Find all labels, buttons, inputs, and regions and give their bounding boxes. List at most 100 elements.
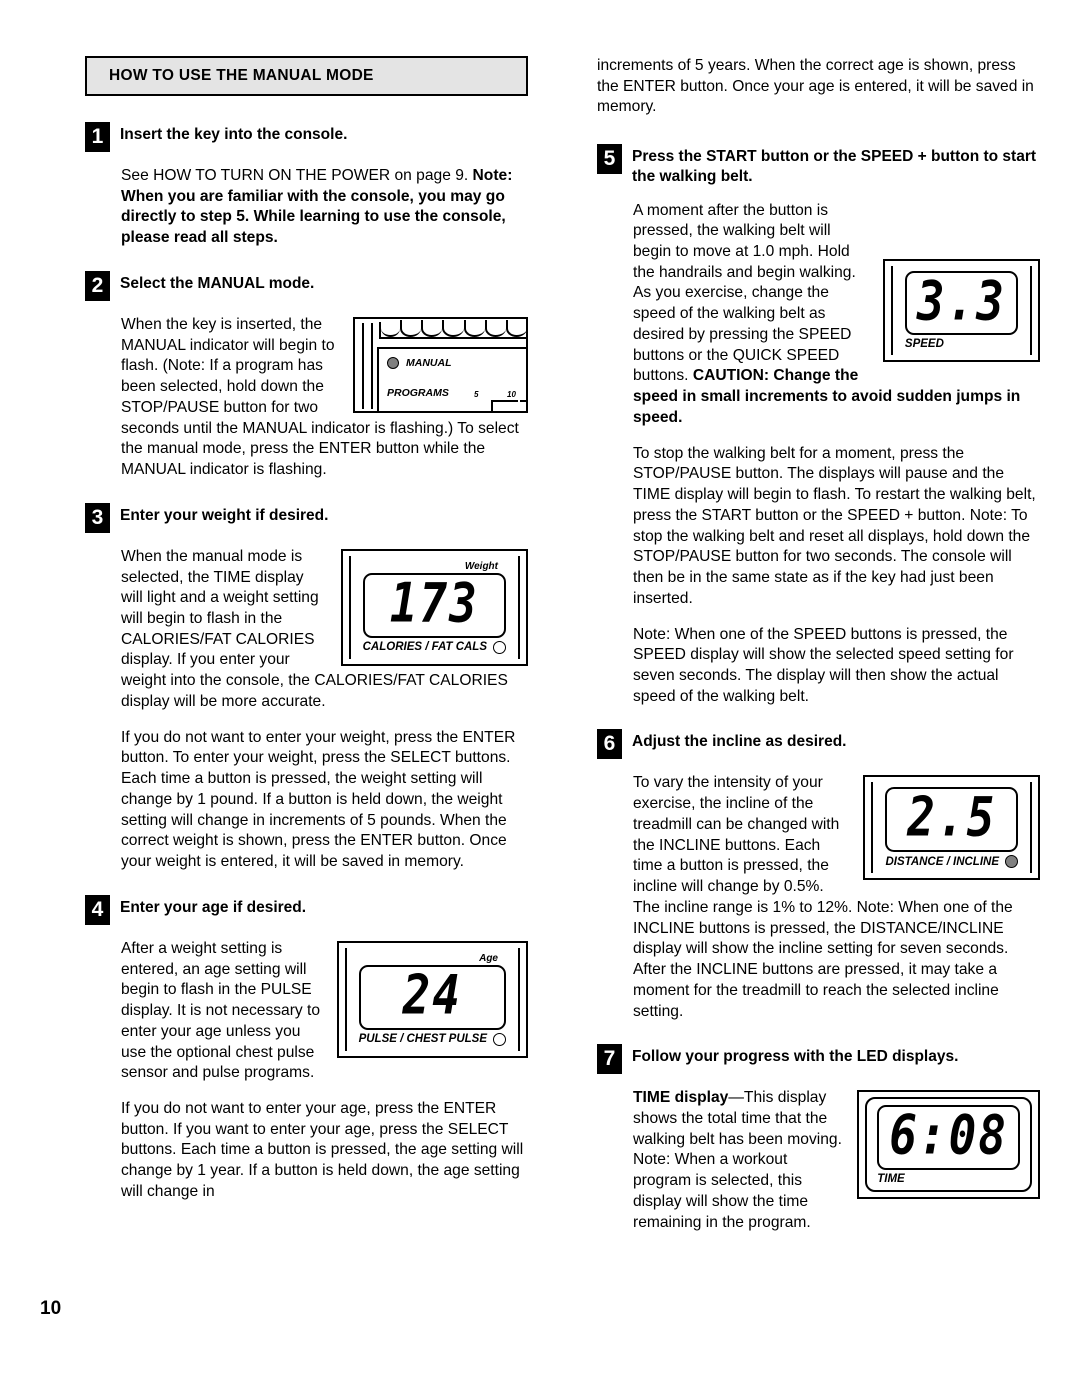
step-4: 4 Enter your age if desired. Age 24 PULS… — [85, 894, 528, 1203]
step-3-title: Enter your weight if desired. — [120, 506, 329, 524]
time-display-figure: 6:08 TIME — [857, 1090, 1040, 1200]
time-display-term: TIME display — [633, 1089, 729, 1107]
pulse-chest-pulse-label: PULSE / CHEST PULSE — [358, 1033, 487, 1046]
step-7: 7 Follow your progress with the LED disp… — [597, 1044, 1040, 1233]
manual-indicator-led-icon — [387, 356, 399, 369]
step-5-body: 3.3 SPEED A moment after the button is p… — [633, 201, 1040, 708]
step-3: 3 Enter your weight if desired. Weight 1… — [85, 502, 528, 873]
incline-led-window: 2.5 — [885, 785, 1018, 853]
step-1-body: See HOW TO TURN ON THE POWER on page 9. … — [121, 166, 528, 249]
incline-led-inner: 2.5 DISTANCE / INCLINE — [871, 782, 1032, 874]
step-3-body: Weight 173 CALORIES / FAT CALS When the … — [121, 547, 528, 873]
weight-led-value: 173 — [389, 570, 479, 635]
page-number: 10 — [40, 1298, 62, 1319]
incline-display-figure: 2.5 DISTANCE / INCLINE — [863, 775, 1040, 881]
step-2-body: MANUAL PROGRAMS 5 10 When the key is ins… — [121, 315, 528, 481]
step-5-head: 5 Press the START button or the SPEED + … — [597, 144, 1040, 186]
speed-led-value: 3.3 — [916, 268, 1006, 333]
right-column: increments of 5 years. When the correct … — [597, 56, 1040, 1233]
time-led-value: 6:08 — [889, 1103, 1008, 1167]
time-led-window: 6:08 — [877, 1103, 1020, 1171]
console-key — [421, 319, 443, 337]
weight-led-window: 173 — [362, 570, 506, 638]
step-1-p1-plain: See HOW TO TURN ON THE POWER on page 9. — [121, 167, 473, 184]
programs-bar-graph — [491, 399, 526, 411]
step-6-body: 2.5 DISTANCE / INCLINE To vary the inten… — [633, 773, 1040, 1022]
speed-led-window: 3.3 — [904, 268, 1018, 336]
console-side-rail — [362, 322, 373, 409]
step-4-continuation: increments of 5 years. When the correct … — [597, 57, 1034, 116]
console-key — [505, 319, 526, 337]
age-led-value: 24 — [402, 962, 462, 1027]
time-label: TIME — [877, 1173, 905, 1186]
console-key — [400, 319, 422, 337]
programs-label: PROGRAMS — [387, 386, 449, 399]
step-2: 2 Select the MANUAL mode. MANUAL PROGRAM… — [85, 270, 528, 481]
step-3-number: 3 — [85, 502, 110, 533]
speed-label: SPEED — [904, 338, 944, 351]
programs-tick-5: 5 — [474, 389, 479, 399]
step-3-paragraph-2: If you do not want to enter your weight,… — [121, 728, 516, 871]
step-7-head: 7 Follow your progress with the LED disp… — [597, 1044, 1040, 1075]
step-5-paragraph-3: Note: When one of the SPEED buttons is p… — [633, 625, 1014, 705]
section-header: HOW TO USE THE MANUAL MODE — [85, 56, 528, 96]
time-led-panel: 6:08 TIME — [857, 1090, 1040, 1200]
step-1-paragraph-1: See HOW TO TURN ON THE POWER on page 9. … — [121, 166, 528, 249]
manual-indicator-group: MANUAL — [387, 356, 452, 369]
console-key — [381, 320, 401, 337]
step-2-head: 2 Select the MANUAL mode. — [85, 270, 528, 301]
step-5-number: 5 — [597, 144, 622, 175]
pulse-indicator-led-icon — [493, 1032, 506, 1046]
step-6: 6 Adjust the incline as desired. 2.5 DIS… — [597, 729, 1040, 1022]
speed-led-inner: 3.3 SPEED — [890, 265, 1032, 356]
console-diagram: MANUAL PROGRAMS 5 10 — [353, 316, 528, 413]
step-5: 5 Press the START button or the SPEED + … — [597, 144, 1040, 707]
weight-led-panel: Weight 173 CALORIES / FAT CALS — [340, 548, 528, 666]
step-4-head: 4 Enter your age if desired. — [85, 894, 528, 925]
console-key — [463, 319, 485, 337]
speed-display-figure: 3.3 SPEED — [882, 258, 1040, 363]
step-5-p1-plain: A moment after the button is pressed, th… — [633, 201, 856, 385]
step-3-head: 3 Enter your weight if desired. — [85, 502, 528, 533]
incline-indicator-led-icon — [1005, 855, 1018, 869]
step-6-head: 6 Adjust the incline as desired. — [597, 729, 1040, 760]
step-4-paragraph-2: If you do not want to enter your age, pr… — [121, 1099, 524, 1200]
speed-led-panel: 3.3 SPEED — [882, 258, 1040, 363]
age-display-figure: Age 24 PULSE / CHEST PULSE — [336, 940, 528, 1058]
step-7-body: 6:08 TIME TIME display—This display show… — [633, 1088, 1040, 1233]
calories-fat-cals-label-group: CALORIES / FAT CALS — [362, 640, 506, 654]
distance-incline-label: DISTANCE / INCLINE — [885, 855, 999, 868]
incline-led-panel: 2.5 DISTANCE / INCLINE — [863, 775, 1040, 881]
step-1-head: 1 Insert the key into the console. — [85, 122, 528, 152]
step-2-title: Select the MANUAL mode. — [120, 274, 315, 292]
weight-display-figure: Weight 173 CALORIES / FAT CALS — [340, 548, 528, 666]
step-5-title: Press the START button or the SPEED + bu… — [632, 148, 1037, 185]
calories-fat-cals-label: CALORIES / FAT CALS — [362, 641, 487, 654]
calories-indicator-led-icon — [493, 640, 506, 654]
manual-page: HOW TO USE THE MANUAL MODE 1 Insert the … — [0, 0, 1080, 1397]
step-7-title: Follow your progress with the LED displa… — [632, 1048, 959, 1066]
time-led-inner: 6:08 TIME — [865, 1097, 1032, 1193]
console-figure: MANUAL PROGRAMS 5 10 — [353, 316, 528, 413]
incline-led-value: 2.5 — [907, 785, 997, 849]
step-6-title: Adjust the incline as desired. — [632, 733, 847, 751]
weight-led-inner: Weight 173 CALORIES / FAT CALS — [348, 555, 520, 659]
step-2-number: 2 — [85, 270, 110, 301]
step-1-number: 1 — [85, 122, 110, 152]
distance-incline-label-group: DISTANCE / INCLINE — [885, 855, 1018, 869]
speed-label-group: SPEED — [905, 338, 1018, 350]
step-4-title: Enter your age if desired. — [120, 898, 307, 916]
step-4-body: Age 24 PULSE / CHEST PULSE After a weigh… — [121, 939, 528, 1203]
step-4-number: 4 — [85, 894, 110, 925]
pulse-chest-pulse-label-group: PULSE / CHEST PULSE — [358, 1032, 506, 1046]
age-led-panel: Age 24 PULSE / CHEST PULSE — [336, 940, 528, 1058]
step-7-p1-plain: —This display shows the total time that … — [633, 1089, 842, 1231]
programs-tick-10: 10 — [507, 389, 516, 399]
step-1-title: Insert the key into the console. — [120, 126, 348, 143]
console-key — [442, 319, 464, 337]
console-key-row — [379, 319, 526, 339]
age-led-window: 24 — [358, 962, 506, 1030]
age-led-inner: Age 24 PULSE / CHEST PULSE — [344, 947, 520, 1051]
console-panel: MANUAL PROGRAMS 5 10 — [377, 346, 526, 411]
manual-indicator-label: MANUAL — [406, 356, 452, 369]
